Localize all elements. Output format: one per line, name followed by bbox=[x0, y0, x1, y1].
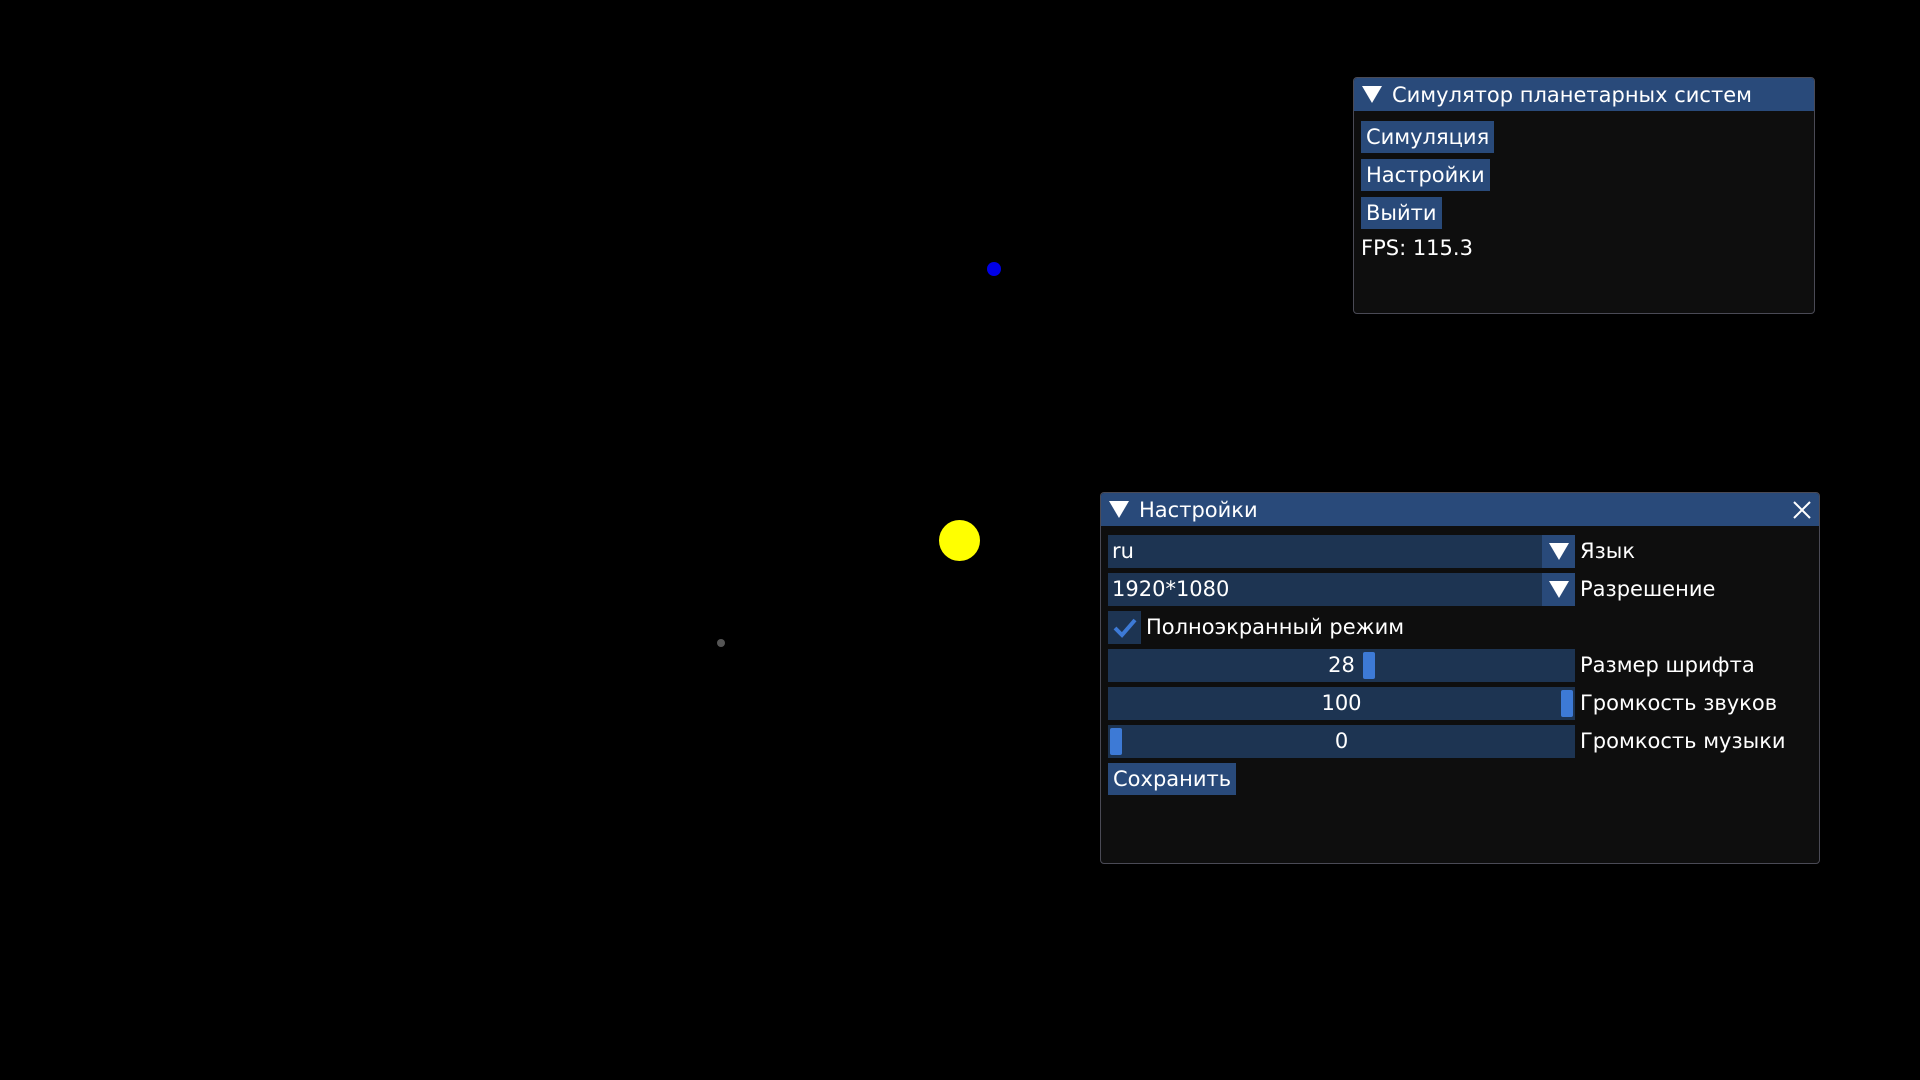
language-combo-arrow[interactable] bbox=[1542, 535, 1575, 568]
main-window-title-bar[interactable]: Симулятор планетарных систем bbox=[1354, 78, 1814, 111]
exit-button[interactable]: Выйти bbox=[1361, 197, 1442, 229]
planet-blue bbox=[987, 262, 1001, 276]
close-icon[interactable] bbox=[1791, 499, 1813, 521]
resolution-combo[interactable]: 1920*1080 bbox=[1108, 573, 1575, 606]
resolution-label: Разрешение bbox=[1580, 577, 1716, 601]
settings-button[interactable]: Настройки bbox=[1361, 159, 1490, 191]
sound-volume-slider[interactable]: 100 bbox=[1108, 687, 1575, 720]
fps-counter: FPS: 115.3 bbox=[1361, 236, 1473, 260]
settings-window-title: Настройки bbox=[1139, 497, 1258, 522]
main-window-title: Симулятор планетарных систем bbox=[1392, 82, 1752, 107]
language-combo[interactable]: ru bbox=[1108, 535, 1575, 568]
simulation-button[interactable]: Симуляция bbox=[1361, 121, 1495, 153]
dropdown-arrow-icon bbox=[1548, 581, 1569, 598]
font-size-slider[interactable]: 28 bbox=[1108, 649, 1575, 682]
music-volume-value: 0 bbox=[1334, 729, 1349, 753]
sun bbox=[939, 520, 980, 561]
checkmark-icon bbox=[1113, 618, 1137, 638]
collapse-triangle-icon[interactable] bbox=[1109, 501, 1129, 518]
settings-window: Настройки ru Язык 1920*1080 Разрешение П… bbox=[1100, 492, 1820, 864]
sound-volume-value: 100 bbox=[1321, 691, 1362, 715]
language-label: Язык bbox=[1580, 539, 1636, 563]
settings-window-title-bar[interactable]: Настройки bbox=[1101, 493, 1819, 526]
save-button[interactable]: Сохранить bbox=[1108, 763, 1237, 795]
music-volume-slider[interactable]: 0 bbox=[1108, 725, 1575, 758]
font-size-value: 28 bbox=[1328, 653, 1355, 677]
fullscreen-label: Полноэкранный режим bbox=[1146, 615, 1405, 639]
font-size-label: Размер шрифта bbox=[1580, 653, 1755, 677]
fullscreen-checkbox[interactable] bbox=[1108, 611, 1141, 644]
main-window: Симулятор планетарных систем Симуляция Н… bbox=[1353, 77, 1815, 314]
music-volume-label: Громкость музыки bbox=[1580, 729, 1786, 753]
collapse-triangle-icon[interactable] bbox=[1362, 86, 1382, 103]
dropdown-arrow-icon bbox=[1548, 543, 1569, 560]
sound-volume-label: Громкость звуков bbox=[1580, 691, 1778, 715]
planet-grey bbox=[717, 639, 725, 647]
resolution-combo-value: 1920*1080 bbox=[1112, 577, 1230, 601]
resolution-combo-arrow[interactable] bbox=[1542, 573, 1575, 606]
language-combo-value: ru bbox=[1112, 539, 1134, 563]
